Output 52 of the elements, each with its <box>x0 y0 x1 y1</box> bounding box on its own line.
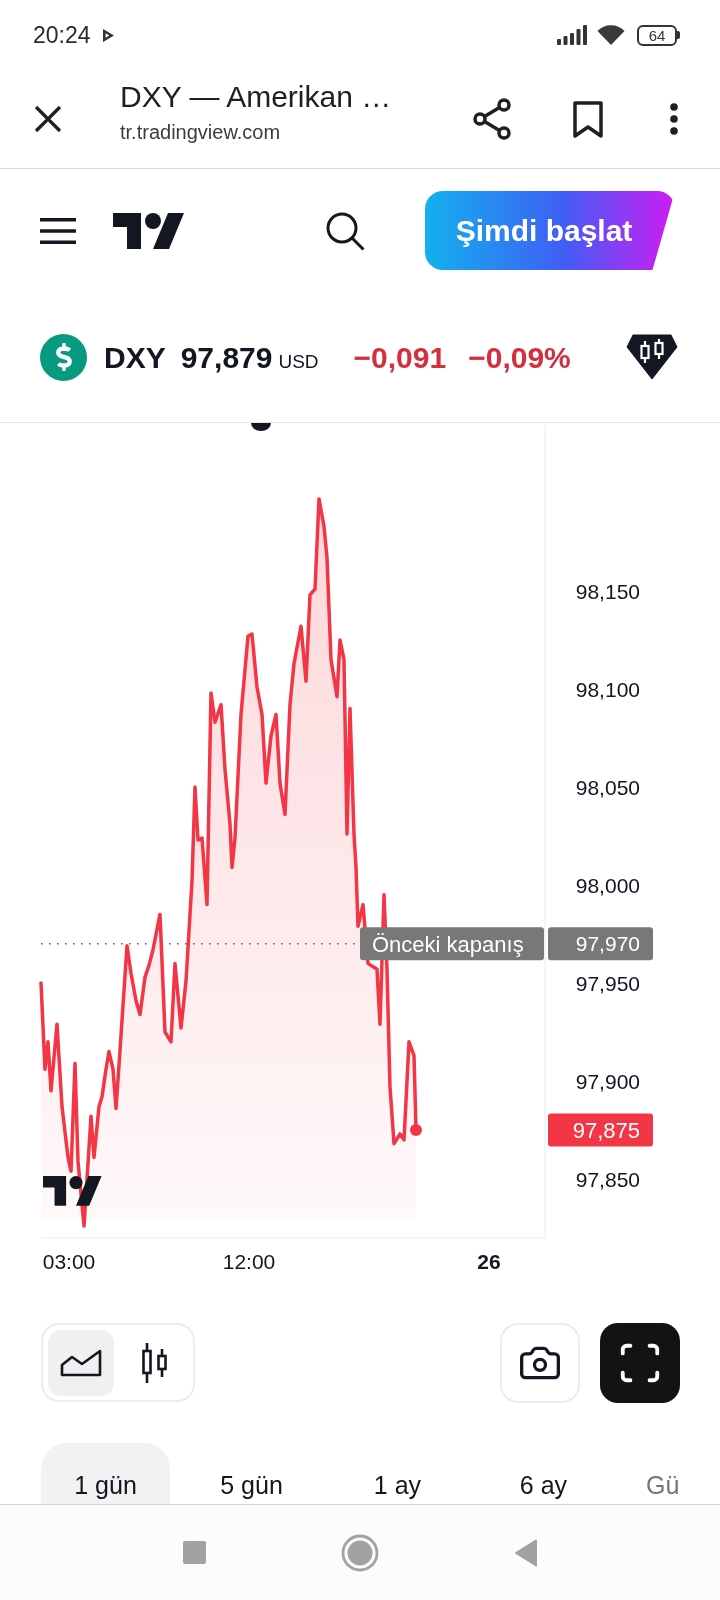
price-axis-label: 97,950 <box>575 971 640 995</box>
signal-icon <box>557 25 588 45</box>
candlestick-icon <box>141 1342 169 1383</box>
price-axis-label: 97,850 <box>575 1167 640 1191</box>
logo-icon[interactable] <box>113 212 185 249</box>
date-axis-label: 26 <box>477 1250 501 1273</box>
price-axis-label: 98,000 <box>575 873 640 897</box>
more-icon <box>669 103 679 135</box>
home-icon <box>341 1533 379 1572</box>
search-icon <box>325 210 365 251</box>
timeframe-tab[interactable]: 1 ay <box>333 1443 462 1504</box>
fullscreen-button[interactable] <box>600 1322 680 1403</box>
y-tick-label: 97,970 <box>575 932 640 956</box>
play-icon <box>102 28 114 42</box>
previous-close-value: 97,970 <box>548 927 653 961</box>
timeframe-tab[interactable]: 1 gün <box>41 1443 170 1504</box>
timeframe-tab[interactable]: 6 ay <box>479 1443 608 1504</box>
back-icon <box>514 1538 538 1567</box>
share-icon <box>473 98 511 140</box>
price-axis-label: 97,900 <box>575 1069 640 1093</box>
wifi-icon <box>597 24 625 46</box>
close-icon <box>33 105 62 133</box>
price-change: −0,091 <box>353 339 447 376</box>
area-chart-button[interactable] <box>48 1329 114 1396</box>
dollar-icon <box>40 333 87 381</box>
time-axis-label: 12:00 <box>222 1250 276 1273</box>
currency-label: USD <box>278 349 319 374</box>
menu-icon <box>40 217 76 244</box>
timeframe-tab[interactable]: Gü <box>625 1443 720 1504</box>
status-time: 20:24 <box>33 23 91 47</box>
area-chart-icon <box>60 1348 102 1377</box>
last-point-marker-icon <box>410 1124 422 1136</box>
price-change-percent: −0,09% <box>468 339 571 376</box>
last-price-label: 97,875 <box>548 1113 653 1147</box>
battery-indicator: 64 <box>637 24 680 46</box>
price-value: 97,879 <box>180 339 273 376</box>
bookmark-icon <box>573 100 603 138</box>
price-axis-label: 98,150 <box>575 579 640 603</box>
page-url: tr.tradingview.com <box>120 120 282 144</box>
ref-line-label: Önceki kapanış <box>372 931 524 957</box>
ticker-symbol: DXY <box>104 339 166 376</box>
timeframe-tab[interactable]: 5 gün <box>187 1443 316 1504</box>
screenshot-button[interactable] <box>500 1322 580 1403</box>
logo-icon <box>43 1176 102 1206</box>
page-title: DXY — Amerikan … <box>120 79 393 115</box>
start-now-button[interactable]: Şimdi başlat <box>425 191 675 270</box>
price-axis-label: 98,100 <box>575 677 640 701</box>
price-axis-label: 98,050 <box>575 775 640 799</box>
time-axis-label: 03:00 <box>42 1250 96 1273</box>
previous-close-label: Önceki kapanış <box>360 927 544 961</box>
candles-badge-icon[interactable] <box>626 334 678 380</box>
square-icon <box>182 1541 206 1564</box>
